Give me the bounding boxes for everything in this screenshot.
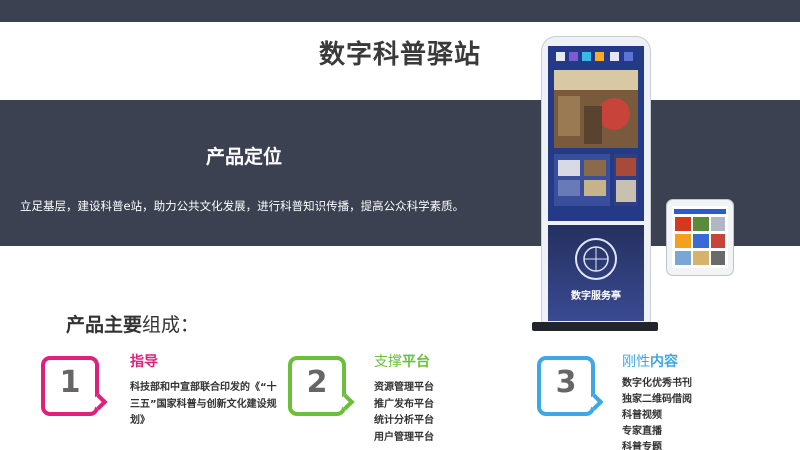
components-heading: 产品主要组成： xyxy=(66,310,199,337)
tablet-image xyxy=(667,200,733,275)
item-2-title: 支撑平台 xyxy=(374,354,430,370)
item-3-body: 数字化优秀书刊 独家二维码借阅 科普视频 专家直播 科普专题 xyxy=(622,378,692,450)
kiosk-base xyxy=(532,322,658,331)
positioning-heading: 产品定位 xyxy=(206,146,283,168)
top-bar xyxy=(0,0,800,22)
number-badge-2: 2 xyxy=(288,356,355,416)
page-title: 数字科普驿站 xyxy=(318,40,481,70)
slide: 数字科普驿站 产品定位 立足基层，建设科普e站，助力公共文化发展，进行科普知识传… xyxy=(0,0,800,450)
number-badge-3: 3 xyxy=(537,356,604,416)
number-badge-1: 1 xyxy=(41,356,108,416)
kiosk-image: 数字服务亭 xyxy=(542,37,650,324)
kiosk-lower-panel: 数字服务亭 xyxy=(548,225,644,321)
components-heading-rest: 组成： xyxy=(142,314,200,336)
positioning-text: 立足基层，建设科普e站，助力公共文化发展，进行科普知识传播，提高公众科学素质。 xyxy=(20,199,465,213)
kiosk-screen xyxy=(548,46,644,221)
kiosk-brand: 数字服务亭 xyxy=(571,289,621,302)
item-3-title: 刚性内容 xyxy=(622,354,678,370)
item-1-title: 指导 xyxy=(130,354,158,370)
item-2-body: 资源管理平台 推广发布平台 统计分析平台 用户管理平台 xyxy=(374,382,434,443)
components-heading-bold: 产品主要 xyxy=(66,314,143,336)
item-1-body: 科技部和中宣部联合印发的《“十 三五”国家科普与创新文化建设规 划》 xyxy=(130,382,277,426)
